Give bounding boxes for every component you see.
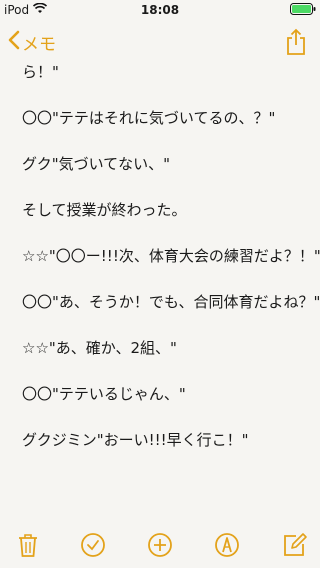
- battery-icon: [290, 3, 316, 18]
- note-line: グクジミン"おーい!!!早く行こ！": [22, 431, 249, 449]
- note-line: ☆☆"あ、確か、2組、": [22, 339, 177, 357]
- bottom-toolbar: [0, 524, 320, 568]
- back-button[interactable]: メモ: [8, 30, 56, 55]
- note-body[interactable]: ら！" 〇〇"テテはそれに気づいてるの、？" グク"気づいてない、" そして授業…: [22, 62, 320, 476]
- note-line: 〇〇"あ、そうか！でも、合同体育だよね？": [22, 293, 320, 311]
- note-line: グク"気づいてない、": [22, 155, 171, 173]
- trash-icon[interactable]: [16, 532, 40, 562]
- status-time: 18:08: [140, 3, 180, 17]
- note-line: 〇〇"テテいるじゃん、": [22, 385, 186, 403]
- note-line: そして授業が終わった。: [22, 201, 187, 219]
- checklist-icon[interactable]: [80, 532, 106, 562]
- back-label: メモ: [22, 35, 56, 55]
- add-icon[interactable]: [147, 532, 173, 562]
- note-line: ☆☆"〇〇ー!!!次、体育大会の練習だよ？！": [22, 247, 320, 265]
- sketch-icon[interactable]: [214, 532, 240, 562]
- note-line: ら！": [22, 63, 59, 81]
- share-icon[interactable]: [286, 28, 306, 60]
- status-bar: iPod 18:08: [0, 0, 320, 20]
- compose-icon[interactable]: [282, 532, 308, 562]
- chevron-left-icon: [8, 30, 20, 55]
- navigation-bar: メモ: [0, 20, 320, 64]
- note-line: 〇〇"テテはそれに気づいてるの、？": [22, 109, 276, 127]
